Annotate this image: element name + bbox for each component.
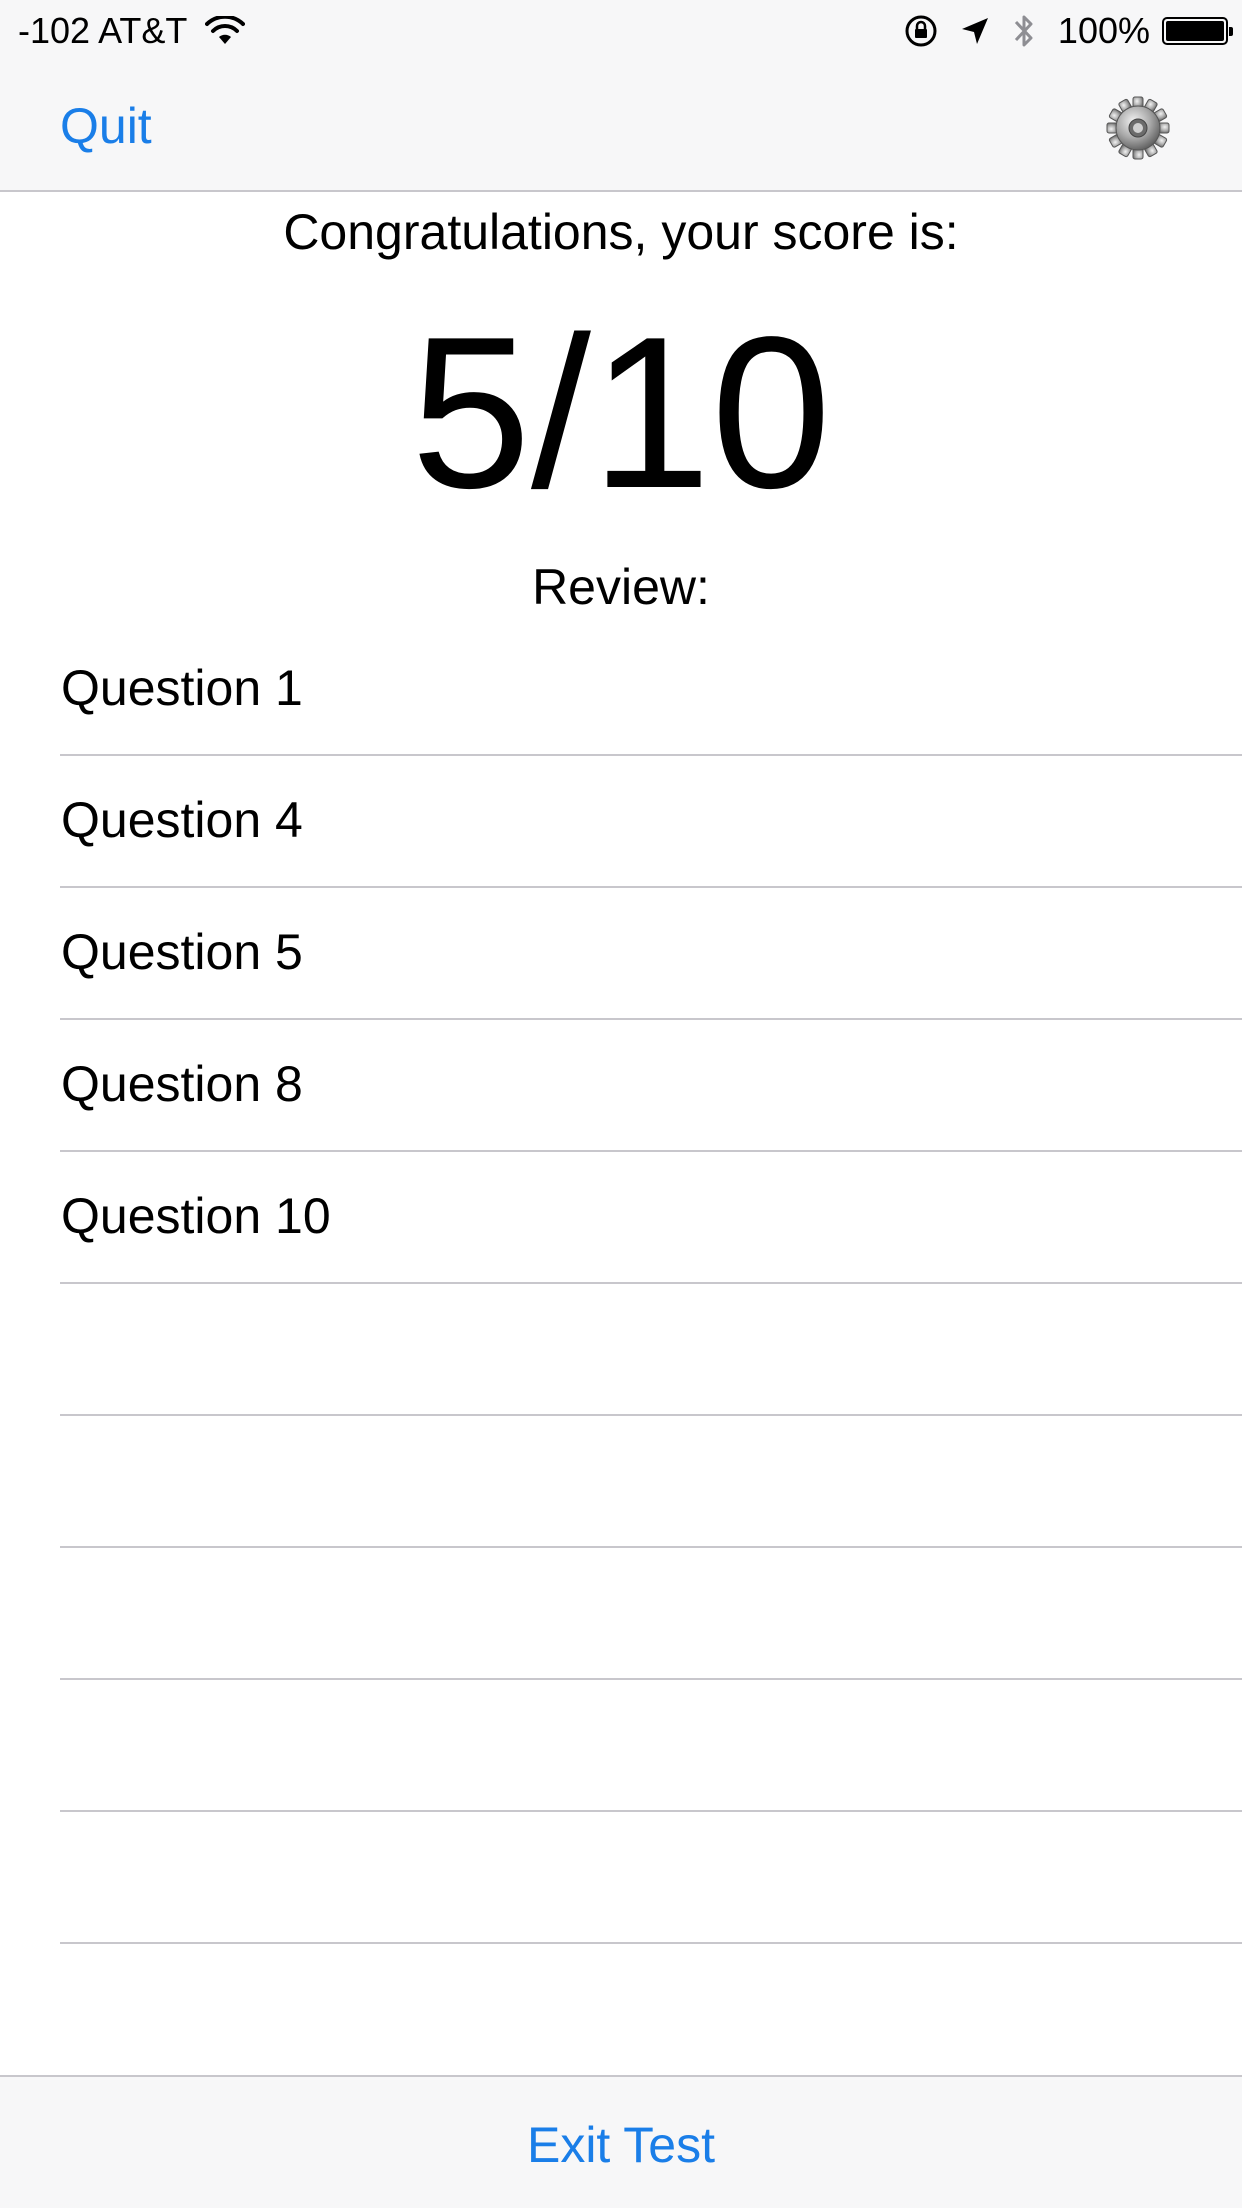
battery-icon xyxy=(1162,17,1233,45)
review-row[interactable]: Question 5 xyxy=(0,888,1242,1020)
review-row-label: Question 4 xyxy=(61,792,303,848)
review-row xyxy=(0,1416,1242,1548)
review-row[interactable]: Question 10 xyxy=(0,1152,1242,1284)
review-row-label: Question 5 xyxy=(61,924,303,980)
orientation-lock-icon xyxy=(905,15,937,47)
review-heading: Review: xyxy=(532,559,710,615)
review-row-label: Question 1 xyxy=(61,660,303,716)
review-row[interactable]: Question 8 xyxy=(0,1020,1242,1152)
status-right: 100% xyxy=(904,8,1233,54)
review-row xyxy=(0,1680,1242,1812)
review-row[interactable]: Question 4 xyxy=(0,756,1242,888)
top-chrome: -102 AT&T 100% Quit xyxy=(0,0,1242,192)
wifi-icon xyxy=(205,16,246,44)
review-row-label: Question 8 xyxy=(61,1056,303,1112)
review-list: Question 1 Question 4 Question 5 Question 8… xyxy=(0,624,1242,1944)
review-row-label: Question 10 xyxy=(61,1188,331,1244)
quit-button[interactable]: Quit xyxy=(60,96,152,156)
status-left: -102 AT&T xyxy=(18,8,246,54)
review-row xyxy=(0,1812,1242,1944)
status-bar: -102 AT&T 100% xyxy=(0,0,1242,60)
bluetooth-icon xyxy=(1014,15,1033,47)
congrats-text: Congratulations, your score is: xyxy=(283,204,959,260)
review-row xyxy=(0,1548,1242,1680)
review-row[interactable]: Question 1 xyxy=(0,624,1242,756)
location-arrow-icon xyxy=(961,18,988,44)
gear-icon[interactable] xyxy=(1105,95,1171,161)
row-separator xyxy=(60,1942,1242,1944)
carrier-label: -102 AT&T xyxy=(18,10,188,51)
battery-percent: 100% xyxy=(1057,10,1150,51)
bottom-toolbar: Exit Test xyxy=(0,2075,1242,2208)
score-value: 5/10 xyxy=(410,291,832,533)
review-row xyxy=(0,1284,1242,1416)
exit-test-button[interactable]: Exit Test xyxy=(0,2113,1242,2177)
battery-fill xyxy=(1166,21,1224,41)
